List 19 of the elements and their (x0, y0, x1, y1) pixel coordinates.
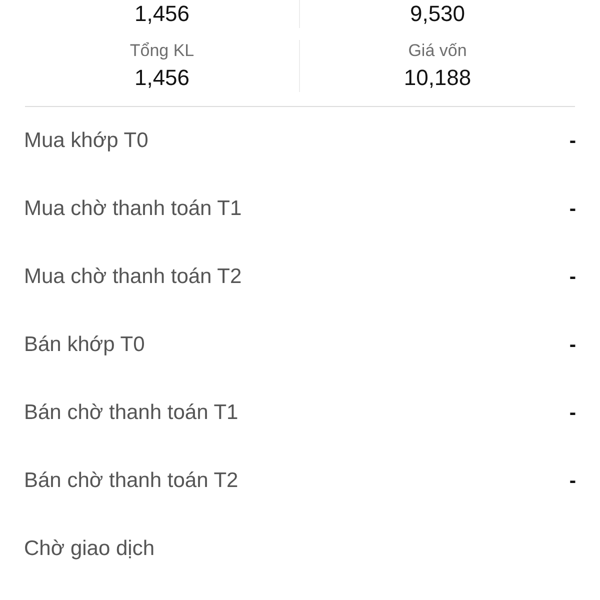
detail-value: - (569, 401, 576, 426)
detail-label: Bán chờ thanh toán T1 (24, 400, 238, 426)
detail-label: Chờ giao dịch (24, 536, 155, 562)
detail-value: - (569, 265, 576, 290)
detail-value: - (569, 469, 576, 494)
detail-label: Bán chờ thanh toán T2 (24, 468, 238, 494)
stat-value: 1,456 (134, 0, 190, 28)
stat-value: 10,188 (404, 64, 472, 92)
stat-value: 9,530 (410, 0, 466, 28)
detail-label: Bán khớp T0 (24, 332, 145, 358)
detail-label: Mua chờ thanh toán T1 (24, 196, 242, 222)
detail-label: Mua chờ thanh toán T2 (24, 264, 242, 290)
detail-label: Mua khớp T0 (24, 128, 148, 154)
stat-label: Giá vốn (408, 40, 467, 62)
detail-value: - (569, 197, 576, 222)
detail-value: - (569, 129, 576, 154)
stat-label: Tổng KL (130, 40, 194, 62)
stat-value: 1,456 (134, 64, 190, 92)
detail-value: - (569, 333, 576, 358)
